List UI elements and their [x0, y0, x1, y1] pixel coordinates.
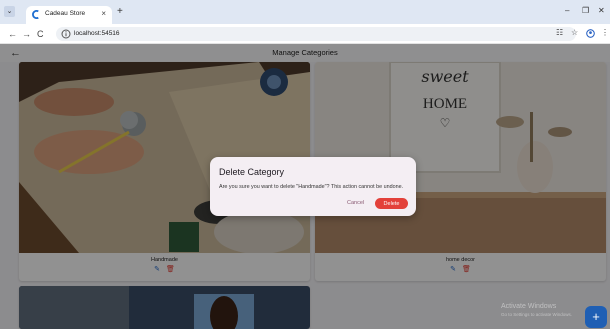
bookmark-star-icon[interactable]: ☆ — [571, 26, 578, 40]
new-tab-button[interactable]: + — [117, 6, 123, 18]
url-text: localhost:54516 — [74, 30, 120, 37]
tab-search-icon[interactable]: ⌄ — [4, 6, 15, 17]
profile-icon[interactable] — [586, 29, 595, 38]
extensions-icon[interactable]: ☷ — [556, 26, 563, 40]
dialog-title: Delete Category — [219, 167, 285, 177]
cancel-button[interactable]: Cancel — [347, 200, 364, 206]
address-bar[interactable]: localhost:54516 — [56, 27, 576, 41]
watermark-subtitle: Go to Settings to activate Windows. — [501, 312, 573, 317]
close-window-button[interactable]: ✕ — [598, 5, 605, 17]
browser-tabstrip: ⌄ Cadeau Store × + – ❐ ✕ — [0, 0, 610, 24]
tab-close-icon[interactable]: × — [101, 9, 106, 19]
back-button[interactable]: ← — [8, 28, 17, 40]
browser-toolbar: ← → C localhost:54516 — [0, 24, 610, 44]
delete-category-dialog: Delete Category Are you sure you want to… — [210, 157, 416, 216]
add-category-button[interactable]: + — [585, 306, 607, 328]
favicon-icon — [32, 10, 39, 19]
forward-button[interactable]: → — [22, 28, 31, 40]
browser-menu-icon[interactable]: ⋮ — [601, 26, 609, 40]
activate-windows-watermark: Activate Windows Go to Settings to activ… — [501, 303, 572, 317]
restore-button[interactable]: ❐ — [582, 5, 589, 17]
dialog-message: Are you sure you want to delete "Handmad… — [219, 184, 404, 190]
site-info-icon[interactable] — [61, 29, 71, 39]
watermark-title: Activate Windows — [501, 303, 557, 310]
delete-button[interactable]: Delete — [375, 198, 408, 209]
reload-button[interactable]: C — [37, 28, 44, 40]
minimize-button[interactable]: – — [565, 5, 569, 17]
tab-title: Cadeau Store — [45, 10, 86, 17]
browser-tab[interactable]: Cadeau Store × — [26, 6, 112, 24]
